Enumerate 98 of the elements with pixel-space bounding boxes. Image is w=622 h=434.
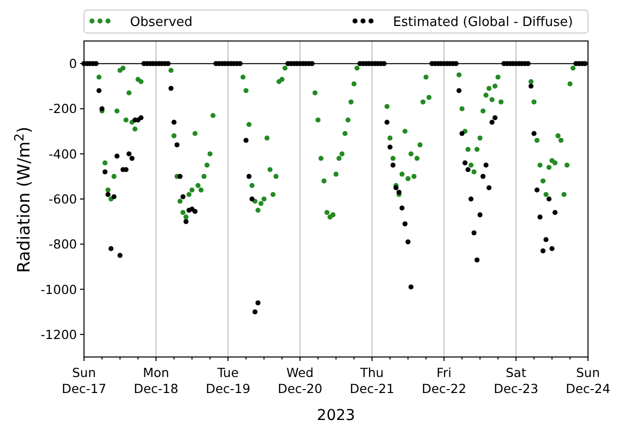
- data-point: [244, 88, 248, 94]
- data-point: [456, 72, 462, 78]
- data-point: [406, 239, 410, 244]
- data-point: [352, 81, 356, 86]
- data-point: [252, 309, 258, 314]
- x-tick-label: Tue Dec-19: [206, 365, 250, 396]
- data-point: [402, 221, 408, 226]
- x-tick-label: Sun Dec-24: [566, 365, 610, 396]
- data-point: [256, 300, 260, 306]
- data-point: [424, 74, 428, 80]
- data-point: [388, 136, 392, 141]
- data-point: [192, 131, 198, 136]
- y-tick-label: -1000: [40, 282, 77, 297]
- data-point: [538, 162, 542, 168]
- data-point: [102, 169, 108, 174]
- data-point: [460, 106, 464, 112]
- data-point: [540, 178, 546, 184]
- data-point: [466, 146, 470, 152]
- data-point: [318, 156, 324, 161]
- data-point: [564, 162, 570, 168]
- data-point: [204, 162, 210, 168]
- data-point: [544, 237, 548, 242]
- data-point: [172, 120, 176, 125]
- y-tick-label: -400: [48, 146, 77, 162]
- data-point: [126, 90, 132, 96]
- data-point: [96, 88, 102, 94]
- data-point: [208, 151, 212, 156]
- x-tick-label: Thu Dec-21: [350, 365, 394, 396]
- data-point: [118, 252, 122, 258]
- data-point: [112, 174, 116, 179]
- data-point: [418, 142, 422, 148]
- x-tick-label: Wed Dec-20: [278, 365, 322, 396]
- x-tick-label: Sat Dec-23: [494, 365, 538, 396]
- data-point: [342, 131, 348, 136]
- data-point: [480, 174, 486, 179]
- data-point: [250, 182, 254, 188]
- data-point: [264, 136, 270, 141]
- data-point: [346, 118, 350, 122]
- data-point: [550, 246, 554, 252]
- data-point: [270, 192, 276, 197]
- data-point: [496, 74, 500, 80]
- data-point: [480, 108, 486, 114]
- data-point: [384, 120, 390, 125]
- data-point: [96, 74, 102, 80]
- data-point: [402, 128, 408, 134]
- data-point: [390, 156, 396, 161]
- data-point: [244, 138, 248, 143]
- data-point: [498, 99, 504, 104]
- data-point: [246, 174, 252, 179]
- y-tick-label: -600: [48, 192, 77, 206]
- data-point: [456, 88, 462, 94]
- data-point: [102, 160, 108, 166]
- data-point: [474, 146, 480, 152]
- x-tick-label: Fri Dec-22: [422, 365, 466, 396]
- data-point: [538, 214, 542, 220]
- data-point: [384, 104, 390, 109]
- y-tick-label: -1200: [40, 326, 77, 342]
- x-axis-title: 2023: [316, 406, 356, 424]
- data-point: [478, 136, 482, 141]
- y-tick-label: 0: [69, 56, 77, 72]
- data-point: [202, 174, 206, 179]
- data-point: [468, 196, 474, 202]
- data-point: [540, 248, 546, 254]
- data-point: [568, 81, 572, 86]
- y-tick-label: -800: [48, 236, 77, 252]
- data-point: [312, 90, 318, 96]
- data-point: [348, 99, 354, 104]
- data-point: [562, 192, 566, 197]
- data-point: [388, 144, 392, 150]
- data-point: [114, 108, 120, 114]
- data-point: [552, 210, 558, 216]
- data-point: [534, 187, 540, 192]
- data-point: [322, 178, 326, 184]
- data-point: [474, 257, 480, 262]
- data-point: [172, 133, 176, 138]
- data-point: [114, 154, 120, 159]
- data-point: [108, 246, 114, 252]
- y-tick-label: -200: [48, 101, 77, 116]
- x-tick-label: Sun Dec-17: [62, 365, 106, 396]
- data-point: [240, 74, 246, 80]
- x-tick-label: Mon Dec-18: [134, 365, 178, 396]
- data-point: [484, 162, 488, 168]
- data-point: [168, 86, 174, 91]
- data-point: [132, 126, 138, 132]
- data-point: [472, 230, 476, 236]
- legend-label: Observed: [130, 15, 193, 30]
- data-point: [316, 118, 320, 122]
- data-point: [390, 162, 396, 168]
- data-point: [408, 284, 414, 290]
- legend-label: Estimated (Global - Diffuse): [393, 15, 573, 30]
- data-point: [174, 142, 180, 148]
- data-point: [486, 185, 492, 190]
- data-point: [246, 122, 252, 128]
- data-point: [400, 206, 404, 211]
- data-point: [210, 112, 216, 118]
- data-point: [532, 99, 536, 104]
- data-point: [478, 212, 482, 218]
- data-point: [334, 172, 338, 177]
